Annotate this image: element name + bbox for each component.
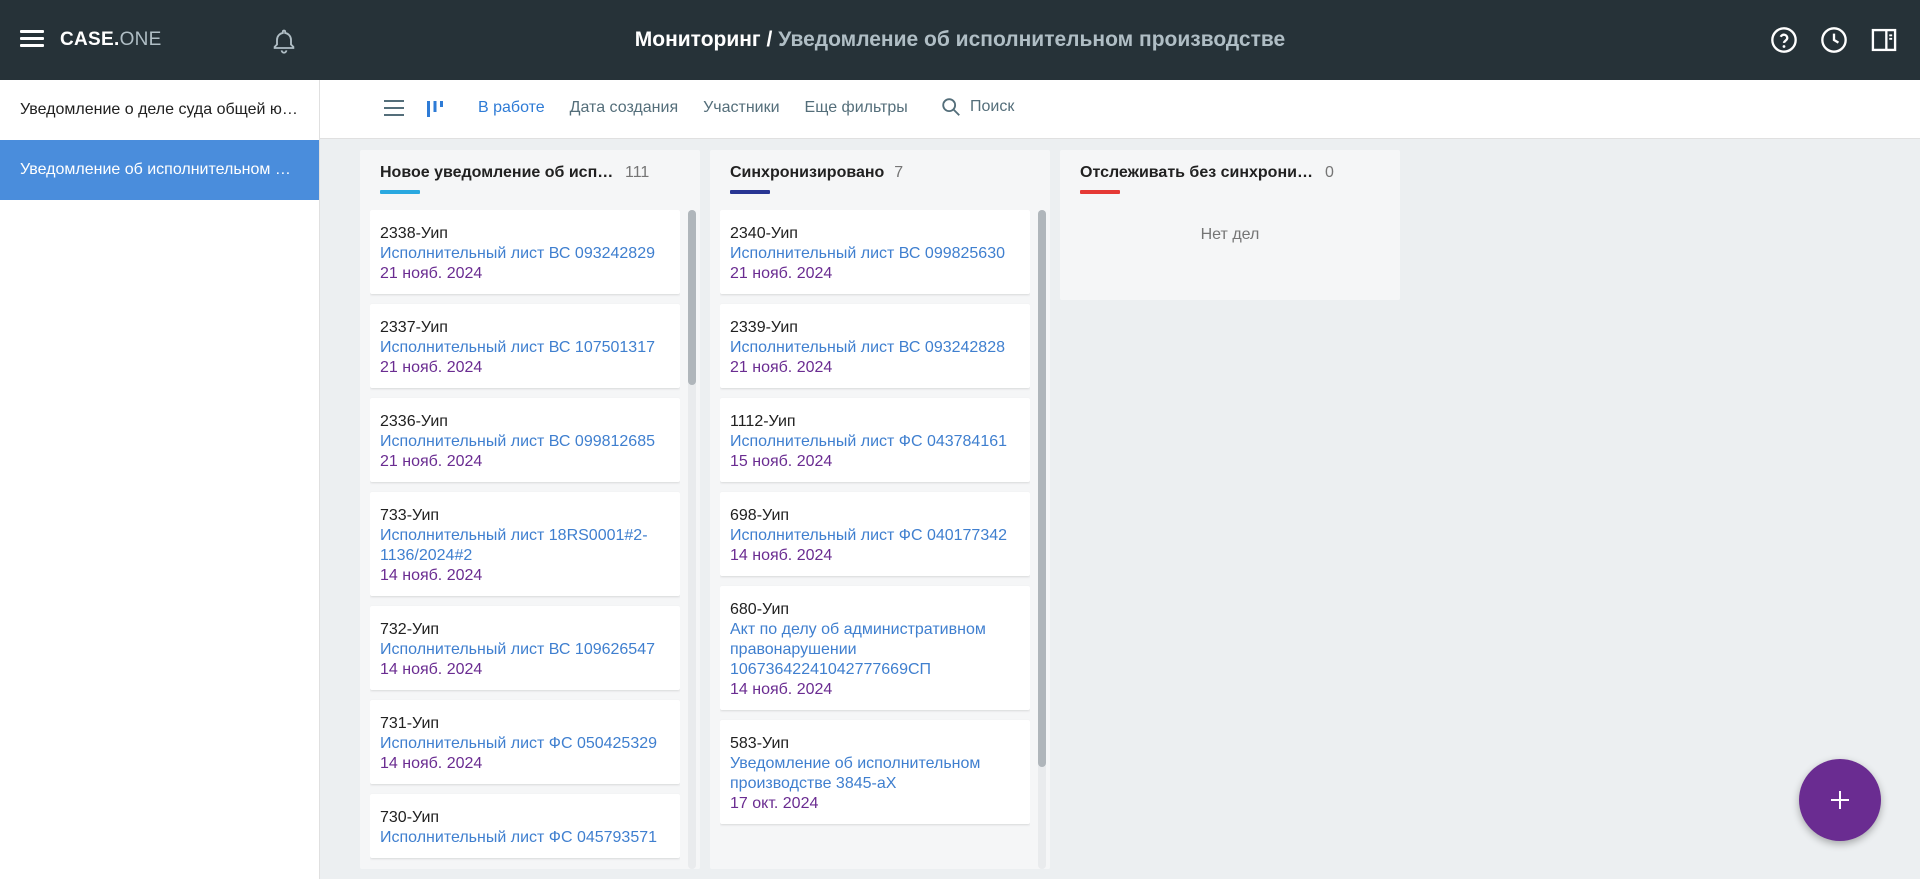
filter-participants[interactable]: Участники: [703, 99, 779, 117]
search-icon: [942, 98, 960, 116]
case-link[interactable]: Исполнительный лист ВС 099812685: [380, 432, 670, 452]
case-code: 732-Уип: [380, 621, 440, 638]
case-code: 2338-Уип: [380, 225, 448, 242]
case-link[interactable]: Исполнительный лист ВС 107501317: [380, 338, 670, 358]
column-color-bar: [380, 190, 420, 194]
list-view-icon[interactable]: [384, 100, 404, 118]
case-code: 730-Уип: [380, 809, 440, 826]
column-title[interactable]: Синхронизировано: [730, 164, 884, 182]
column-count: 7: [894, 164, 904, 181]
case-date: 21 нояб. 2024: [730, 359, 833, 376]
case-date: 14 нояб. 2024: [380, 567, 483, 584]
case-code: 2339-Уип: [730, 319, 798, 336]
case-date: 14 нояб. 2024: [730, 681, 833, 698]
case-card[interactable]: 1112-Уип Исполнительный лист ФС 04378416…: [720, 398, 1030, 482]
case-link[interactable]: Исполнительный лист ФС 050425329: [380, 734, 670, 754]
case-code: 583-Уип: [730, 735, 790, 752]
add-button[interactable]: [1799, 759, 1881, 841]
case-link[interactable]: Исполнительный лист 18RS0001#2-1136/2024…: [380, 526, 670, 566]
scrollbar-thumb[interactable]: [1038, 210, 1046, 767]
column-header: Синхронизировано 7: [710, 150, 1050, 202]
case-link[interactable]: Акт по делу об административном правонар…: [730, 620, 1020, 680]
page-title-main: Мониторинг: [634, 28, 761, 51]
case-date: 21 нояб. 2024: [730, 265, 833, 282]
case-code: 731-Уип: [380, 715, 440, 732]
case-code: 2337-Уип: [380, 319, 448, 336]
board-column-synced: Синхронизировано 7 2340-Уип Исполнительны…: [710, 150, 1050, 869]
case-code: 2340-Уип: [730, 225, 798, 242]
search-button[interactable]: Поиск: [940, 96, 1014, 118]
case-card[interactable]: 2340-Уип Исполнительный лист ВС 09982563…: [720, 210, 1030, 294]
board-column-track-only: Отслеживать без синхронизации 0 Нет дел: [1060, 150, 1400, 300]
case-card[interactable]: 2339-Уип Исполнительный лист ВС 09324282…: [720, 304, 1030, 388]
case-code: 698-Уип: [730, 507, 790, 524]
case-card[interactable]: 2336-Уип Исполнительный лист ВС 09981268…: [370, 398, 680, 482]
case-link[interactable]: Исполнительный лист ФС 043784161: [730, 432, 1020, 452]
sidebar-item-enforcement-notice[interactable]: Уведомление об исполнительном производст…: [0, 140, 319, 200]
help-icon[interactable]: [1770, 26, 1798, 54]
filter-bar: В работе Дата создания Участники Еще фил…: [478, 99, 908, 117]
case-link[interactable]: Исполнительный лист ВС 093242828: [730, 338, 1020, 358]
case-card[interactable]: 732-Уип Исполнительный лист ВС 109626547…: [370, 606, 680, 690]
case-date: 14 нояб. 2024: [380, 755, 483, 772]
sidebar-item-court-notice[interactable]: Уведомление о деле суда общей юрисдикции: [0, 80, 319, 140]
page-title-separator: /: [760, 28, 779, 51]
case-date: 21 нояб. 2024: [380, 359, 483, 376]
case-card[interactable]: 730-Уип Исполнительный лист ФС 045793571: [370, 794, 680, 858]
case-card[interactable]: 2337-Уип Исполнительный лист ВС 10750131…: [370, 304, 680, 388]
case-link[interactable]: Уведомление об исполнительном производст…: [730, 754, 1020, 794]
case-card[interactable]: 680-Уип Акт по делу об административном …: [720, 586, 1030, 710]
case-code: 2336-Уип: [380, 413, 448, 430]
column-title[interactable]: Отслеживать без синхронизации: [1080, 164, 1315, 182]
case-date: 21 нояб. 2024: [380, 265, 483, 282]
case-card[interactable]: 2338-Уип Исполнительный лист ВС 09324282…: [370, 210, 680, 294]
empty-state-label: Нет дел: [1200, 226, 1260, 243]
toolbar: В работе Дата создания Участники Еще фил…: [320, 80, 1920, 139]
board-column-new: Новое уведомление об исполнительном прои…: [360, 150, 700, 869]
logo-bold: CASE.: [60, 29, 120, 50]
sidebar: Уведомление о деле суда общей юрисдикции…: [0, 80, 320, 879]
app-logo[interactable]: CASE.ONE: [60, 29, 162, 51]
case-card[interactable]: 731-Уип Исполнительный лист ФС 050425329…: [370, 700, 680, 784]
case-code: 1112-Уип: [730, 413, 796, 430]
panel-icon[interactable]: [1870, 26, 1898, 54]
column-title[interactable]: Новое уведомление об исполнительном прои…: [380, 164, 615, 182]
column-color-bar: [1080, 190, 1120, 194]
case-link[interactable]: Исполнительный лист ВС 099825630: [730, 244, 1020, 264]
case-card[interactable]: 733-Уип Исполнительный лист 18RS0001#2-1…: [370, 492, 680, 596]
case-date: 17 окт. 2024: [730, 795, 819, 812]
board-view-icon[interactable]: [424, 98, 446, 120]
column-header: Отслеживать без синхронизации 0: [1060, 150, 1400, 202]
case-code: 680-Уип: [730, 601, 790, 618]
column-count: 111: [625, 164, 650, 181]
search-label: Поиск: [970, 98, 1015, 115]
case-date: 21 нояб. 2024: [380, 453, 483, 470]
top-bar: CASE.ONE Мониторинг / Уведомление об исп…: [0, 0, 1920, 80]
case-code: 733-Уип: [380, 507, 440, 524]
card-list: 2340-Уип Исполнительный лист ВС 09982563…: [720, 210, 1030, 869]
case-card[interactable]: 698-Уип Исполнительный лист ФС 040177342…: [720, 492, 1030, 576]
case-date: 15 нояб. 2024: [730, 453, 833, 470]
filter-more[interactable]: Еще фильтры: [805, 99, 908, 117]
filter-created-date[interactable]: Дата создания: [570, 99, 678, 117]
bell-icon[interactable]: [270, 27, 298, 55]
case-link[interactable]: Исполнительный лист ФС 045793571: [380, 828, 670, 848]
column-header: Новое уведомление об исполнительном прои…: [360, 150, 700, 202]
case-link[interactable]: Исполнительный лист ВС 093242829: [380, 244, 670, 264]
column-color-bar: [730, 190, 770, 194]
case-card[interactable]: 583-Уип Уведомление об исполнительном пр…: [720, 720, 1030, 824]
card-list: 2338-Уип Исполнительный лист ВС 09324282…: [370, 210, 680, 869]
column-count: 0: [1325, 164, 1334, 181]
page-title-sub: Уведомление об исполнительном производст…: [778, 28, 1286, 51]
clock-icon[interactable]: [1820, 26, 1848, 54]
case-date: 14 нояб. 2024: [730, 547, 833, 564]
menu-icon[interactable]: [20, 30, 44, 50]
case-link[interactable]: Исполнительный лист ВС 109626547: [380, 640, 670, 660]
case-date: 14 нояб. 2024: [380, 661, 483, 678]
filter-in-progress[interactable]: В работе: [478, 99, 545, 117]
case-link[interactable]: Исполнительный лист ФС 040177342: [730, 526, 1020, 546]
scrollbar-thumb[interactable]: [688, 210, 696, 385]
logo-light: ONE: [119, 29, 162, 50]
top-icons: [1770, 26, 1898, 54]
